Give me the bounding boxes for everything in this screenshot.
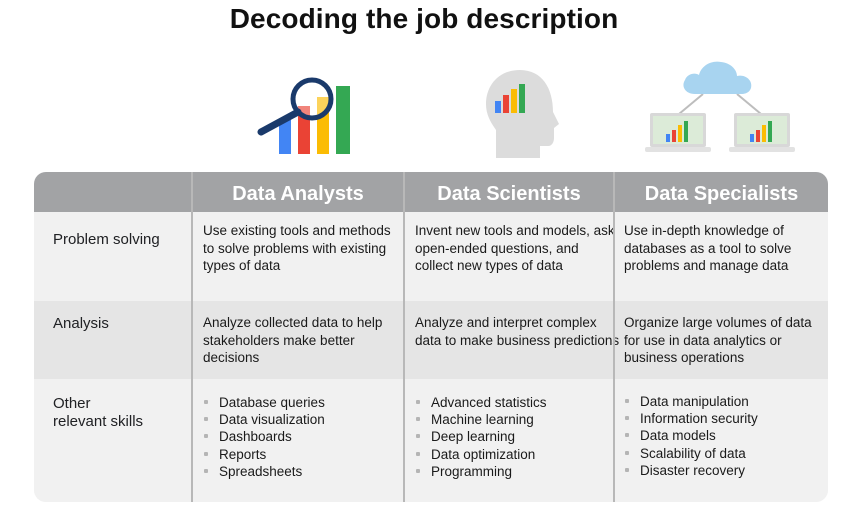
cloud [683, 61, 752, 94]
skills-list-scientists: Advanced statistics Machine learning Dee… [415, 394, 620, 480]
bullet-icon [416, 468, 420, 473]
comparison-table: Problem solving Use existing tools and m… [34, 172, 828, 502]
header-data-scientists: Data Scientists [437, 183, 581, 205]
list-item: Advanced statistics [415, 394, 620, 411]
cloud-laptops-icon [645, 58, 795, 158]
table-header: Data Analysts Data Scientists Data Speci… [34, 172, 828, 212]
bullet-icon [204, 468, 208, 473]
header-data-analysts: Data Analysts [232, 183, 364, 205]
header-empty [34, 172, 191, 212]
cell-specialists: Organize large volumes of data for use i… [624, 315, 812, 365]
bullet-icon [416, 400, 420, 404]
bullet-icon [416, 417, 420, 422]
list-item: Scalability of data [624, 445, 824, 462]
bullet-icon [625, 467, 629, 472]
list-item: Deep learning [415, 428, 620, 445]
bullet-icon [204, 451, 208, 456]
list-item: Information security [624, 410, 824, 427]
header-data-specialists: Data Specialists [644, 183, 799, 205]
row-label: Analysis [53, 315, 109, 332]
list-item: Dashboards [203, 428, 403, 445]
list-item: Database queries [203, 394, 403, 411]
skills-list-analysts: Database queries Data visualization Dash… [203, 394, 403, 480]
row-label: Other relevant skills [53, 395, 143, 431]
column-divider [403, 172, 405, 502]
page-title: Decoding the job description [229, 3, 619, 34]
bullet-icon [204, 400, 208, 404]
cell-analysts: Analyze collected data to help stakehold… [203, 315, 383, 365]
table-row-other-skills: Other relevant skills Database queries D… [34, 379, 828, 502]
list-item: Reports [203, 446, 403, 463]
row-label-line1: Other [53, 395, 91, 412]
skills-list-specialists: Data manipulation Information security D… [624, 393, 824, 479]
laptop-left [645, 113, 711, 152]
list-item: Disaster recovery [624, 462, 824, 479]
bar-green [336, 86, 350, 154]
cell-scientists: Invent new tools and models, ask open-en… [415, 223, 615, 273]
table-row-analysis: Analysis Analyze collected data to help … [34, 301, 828, 379]
list-item: Programming [415, 463, 620, 480]
bullet-icon [416, 434, 420, 439]
bullet-icon [625, 416, 629, 421]
list-item: Data optimization [415, 446, 620, 463]
list-item: Machine learning [415, 411, 620, 428]
row-label: Problem solving [53, 231, 160, 248]
column-divider [613, 172, 615, 502]
cell-analysts: Use existing tools and methods to solve … [203, 223, 391, 273]
head-bar-chart-icon [480, 66, 560, 162]
bullet-icon [416, 451, 420, 456]
bullet-icon [204, 417, 208, 422]
cell-scientists: Analyze and interpret complex data to ma… [415, 315, 620, 348]
table-row-problem-solving: Problem solving Use existing tools and m… [34, 212, 828, 301]
row-label-line2: relevant skills [53, 413, 144, 430]
list-item: Data visualization [203, 411, 403, 428]
bullet-icon [625, 433, 629, 438]
head-silhouette [486, 70, 559, 158]
column-divider [191, 172, 193, 502]
list-item: Spreadsheets [203, 463, 403, 480]
cell-specialists: Use in-depth knowledge of databases as a… [624, 223, 792, 273]
list-item: Data manipulation [624, 393, 824, 410]
bullet-icon [625, 450, 629, 455]
list-item: Data models [624, 427, 824, 444]
laptop-right [729, 113, 795, 152]
bullet-icon [625, 399, 629, 403]
magnifier-bar-chart-icon [252, 68, 362, 160]
bullet-icon [204, 434, 208, 439]
